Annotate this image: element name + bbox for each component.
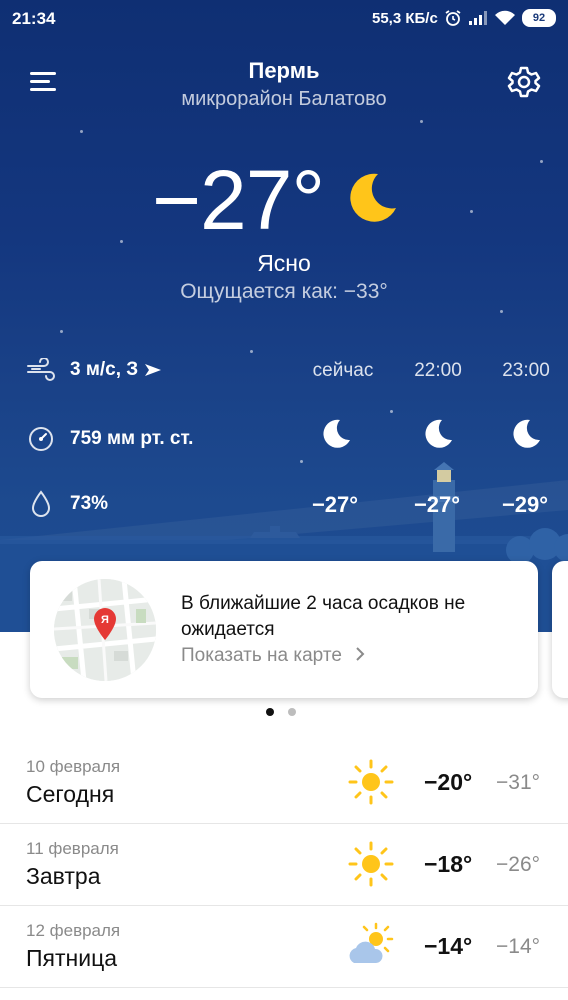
forecast-high: −14° <box>424 933 473 959</box>
moon-icon <box>425 419 452 448</box>
forecast-date: 12 февраля <box>26 921 121 940</box>
forecast-day: Сегодня <box>26 781 115 807</box>
wind-icon <box>26 355 56 385</box>
battery-indicator: 92 <box>522 9 556 27</box>
precipitation-text: В ближайшие 2 часа осадков не ожидается <box>181 593 466 640</box>
status-bar: 21:34 55,3 КБ/с 92 <box>0 0 568 38</box>
forecast-day: Завтра <box>26 863 101 889</box>
pressure-value: 759 мм рт. ст. <box>70 428 194 449</box>
partly-cloudy-icon <box>349 922 394 963</box>
feels-like: Ощущается как: −33° <box>180 280 388 303</box>
pressure-detail: 759 мм рт. ст. <box>26 424 193 454</box>
forecast-row[interactable]: 10 февраля Сегодня −20° −31° <box>0 741 568 824</box>
hour-temperature: −27° <box>311 492 359 517</box>
battery-level: 92 <box>532 12 546 24</box>
next-card-preview[interactable] <box>552 561 568 698</box>
page-dot[interactable] <box>288 708 296 716</box>
hourly-item[interactable]: сейчас <box>298 360 388 382</box>
signal-icon <box>469 11 487 25</box>
map-thumbnail[interactable]: Я <box>54 579 156 681</box>
alarm-icon <box>445 10 461 26</box>
hourly-temp: −27° <box>392 492 482 518</box>
status-icons: 92 <box>444 9 556 27</box>
forecast-date: 10 февраля <box>26 757 121 776</box>
forecast-date: 11 февраля <box>26 839 119 858</box>
sun-icon <box>348 759 394 805</box>
svg-text:Я: Я <box>101 614 109 626</box>
carousel-pagination <box>266 708 296 716</box>
hourly-temp: −29° <box>480 492 568 518</box>
hourly-item[interactable]: 23:00 <box>481 360 568 382</box>
humidity-detail: 73% <box>26 489 108 519</box>
forecast-low: −14° <box>496 935 541 958</box>
show-on-map-link[interactable]: Показать на карте <box>181 645 365 667</box>
wind-direction-icon <box>145 364 162 376</box>
hour-label: сейчас <box>312 360 374 381</box>
wifi-icon <box>495 10 515 25</box>
moon-icon <box>350 173 396 222</box>
page-dot-active[interactable] <box>266 708 274 716</box>
chevron-right-icon <box>356 647 365 661</box>
forecast-high: −20° <box>424 769 473 795</box>
network-speed: 55,3 КБ/с <box>372 10 438 27</box>
hour-temperature: −29° <box>501 492 549 517</box>
district-name[interactable]: микрорайон Балатово <box>0 88 568 111</box>
location-marker-icon: Я <box>94 608 116 640</box>
humidity-value: 73% <box>70 493 109 514</box>
forecast-day: Пятница <box>26 945 118 971</box>
hour-label: 22:00 <box>414 360 462 381</box>
forecast-row[interactable]: 12 февраля Пятница −14° −14° <box>0 905 568 988</box>
wind-detail: 3 м/с, З <box>26 355 162 385</box>
current-temperature: −27° <box>152 153 325 247</box>
show-on-map-label: Показать на карте <box>181 645 342 666</box>
wind-value: 3 м/с, З <box>70 359 139 380</box>
precipitation-card[interactable]: Я В ближайшие 2 часа осадков не ожидаетс… <box>30 561 538 698</box>
forecast-high: −18° <box>424 851 473 877</box>
hour-temperature: −27° <box>413 492 461 517</box>
current-condition: Ясно <box>257 250 311 276</box>
hour-label: 23:00 <box>502 360 550 381</box>
sun-icon <box>348 841 394 887</box>
moon-icon <box>513 419 540 448</box>
weather-hero: 21:34 55,3 КБ/с 92 Пермь микрорайон Бала… <box>0 0 568 632</box>
hourly-temp: −27° <box>290 492 380 518</box>
forecast-low: −31° <box>496 771 541 794</box>
forecast-row[interactable]: 11 февраля Завтра −18° −26° <box>0 823 568 906</box>
humidity-icon <box>26 489 56 519</box>
moon-icon <box>323 419 350 448</box>
forecast-low: −26° <box>496 853 541 876</box>
city-name[interactable]: Пермь <box>0 58 568 84</box>
hourly-item[interactable]: 22:00 <box>393 360 483 382</box>
pressure-icon <box>26 424 56 454</box>
status-time: 21:34 <box>12 9 56 28</box>
